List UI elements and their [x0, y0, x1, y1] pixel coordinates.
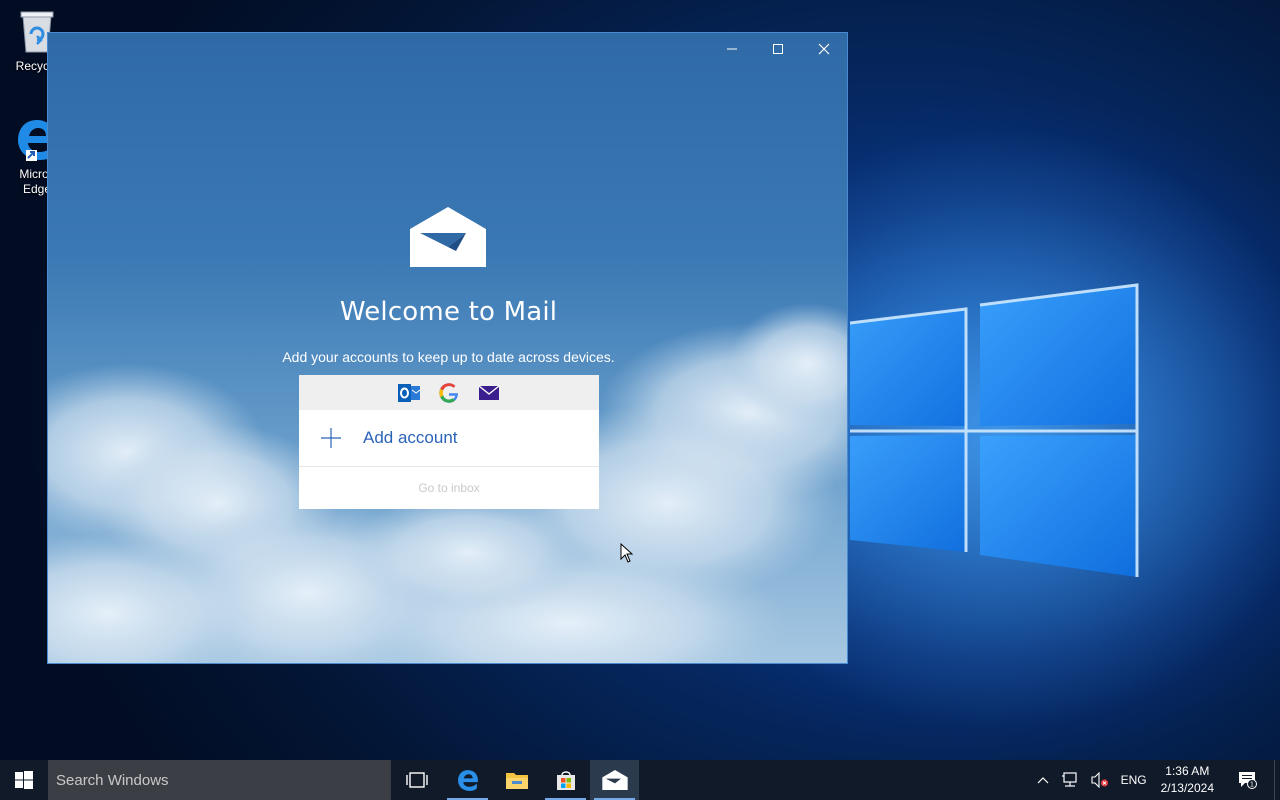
- mail-window: Welcome to Mail Add your accounts to kee…: [47, 32, 848, 664]
- add-account-button[interactable]: Add account: [299, 410, 599, 467]
- windows-start-icon: [15, 771, 33, 789]
- task-view-button[interactable]: [393, 760, 441, 800]
- network-icon: [1061, 772, 1077, 787]
- network-button[interactable]: [1055, 760, 1085, 800]
- minimize-button[interactable]: [709, 33, 755, 65]
- add-account-label: Add account: [363, 428, 458, 447]
- action-center-button[interactable]: 1: [1222, 760, 1274, 800]
- taskbar-pinned-apps: [392, 760, 639, 800]
- mail-envelope-icon: [410, 207, 486, 267]
- search-placeholder: Search Windows: [56, 771, 169, 789]
- start-button[interactable]: [0, 760, 48, 800]
- mail-icon: [601, 770, 628, 790]
- go-to-inbox-link[interactable]: Go to inbox: [299, 467, 599, 508]
- taskbar-search-box[interactable]: Search Windows: [48, 760, 391, 800]
- taskbar-file-explorer-button[interactable]: [492, 760, 541, 800]
- welcome-subtitle: Add your accounts to keep up to date acr…: [282, 349, 615, 365]
- volume-button[interactable]: [1085, 760, 1115, 800]
- store-icon: [556, 771, 575, 790]
- outlook-icon: [398, 382, 420, 404]
- account-card: Add account Go to inbox: [299, 375, 599, 509]
- minimize-icon: [727, 48, 737, 50]
- file-explorer-icon: [505, 773, 528, 789]
- maximize-icon: [773, 44, 783, 54]
- close-icon: [818, 43, 830, 55]
- plus-icon: [321, 428, 341, 448]
- system-tray: ENG 1:36 AM 2/13/2024 1: [1031, 760, 1280, 800]
- edge-icon: [457, 770, 478, 791]
- taskbar: Search Windows ENG 1:36 AM 2/13/2024 1: [0, 760, 1280, 800]
- clock-time: 1:36 AM: [1165, 764, 1210, 778]
- task-view-icon: [406, 772, 428, 788]
- mouse-cursor-icon: [620, 543, 634, 563]
- google-icon: [438, 382, 460, 404]
- notification-icon: 1: [1239, 772, 1257, 789]
- show-hidden-icons-button[interactable]: [1031, 760, 1055, 800]
- chevron-up-icon: [1037, 777, 1049, 784]
- clock-date: 2/13/2024: [1160, 781, 1214, 795]
- taskbar-mail-button[interactable]: [590, 760, 639, 800]
- mail-provider-icon: [478, 382, 500, 404]
- show-desktop-button[interactable]: [1274, 760, 1280, 800]
- close-button[interactable]: [801, 33, 847, 65]
- notification-count: 1: [1250, 782, 1254, 789]
- taskbar-edge-button[interactable]: [443, 760, 492, 800]
- welcome-title: Welcome to Mail: [339, 297, 558, 327]
- provider-icons: [299, 375, 599, 410]
- volume-muted-icon: [1091, 772, 1108, 788]
- maximize-button[interactable]: [755, 33, 801, 65]
- window-controls: [709, 33, 847, 65]
- clock[interactable]: 1:36 AM 2/13/2024: [1153, 760, 1222, 800]
- taskbar-store-button[interactable]: [541, 760, 590, 800]
- language-indicator[interactable]: ENG: [1115, 760, 1153, 800]
